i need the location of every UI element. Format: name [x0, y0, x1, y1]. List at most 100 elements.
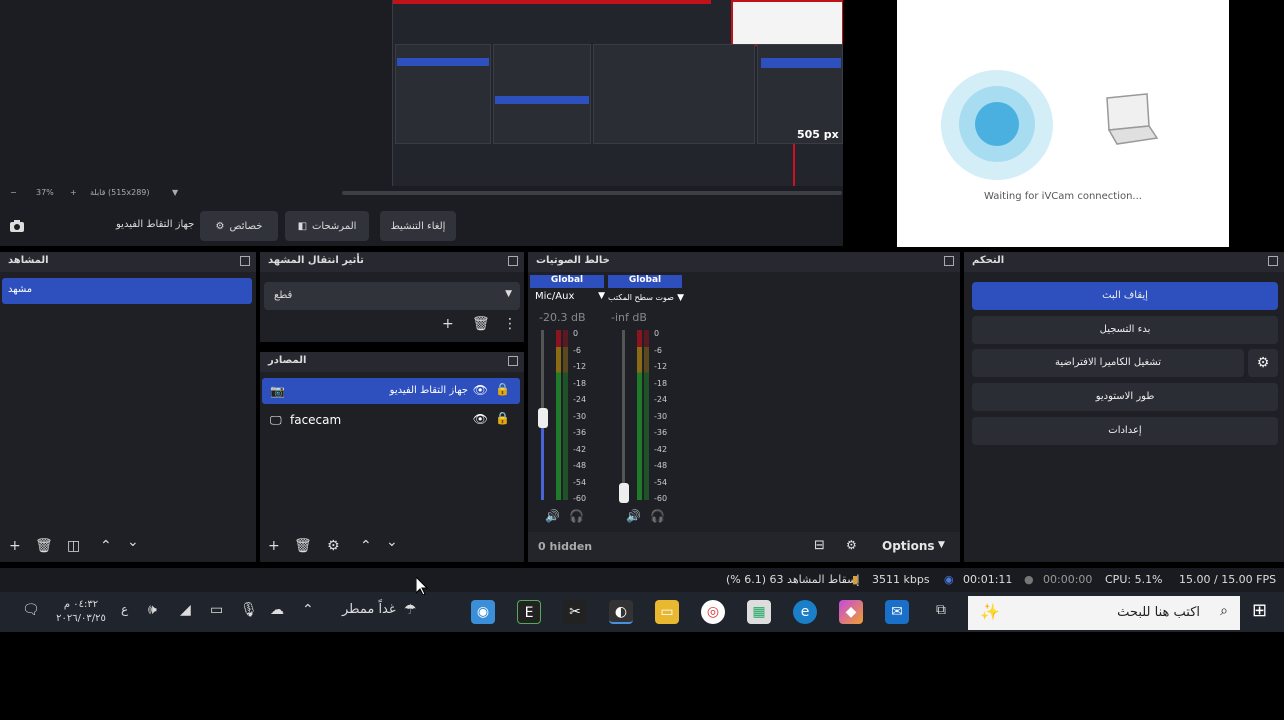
zoom-plus[interactable]: + [70, 188, 77, 197]
source-item[interactable]: 📷 جهاز التقاط الفيديو 👁 🔒 [262, 378, 520, 404]
speaker-icon[interactable]: 🔊 [545, 509, 560, 523]
cloud-icon[interactable]: ☁ [270, 602, 284, 618]
add-transition-button[interactable]: + [442, 316, 454, 332]
umbrella-icon: ☂ [404, 602, 417, 618]
scene-up-button[interactable]: ⌃ [100, 538, 112, 554]
volume-meter [637, 330, 642, 500]
remove-scene-button[interactable]: 🗑 [35, 538, 53, 554]
controls-title-text: التحكم [972, 255, 1005, 266]
filters-button[interactable]: ◧ المرشحات [285, 211, 369, 241]
virtual-camera-button[interactable]: تشغيل الكاميرا الافتراضية [972, 349, 1244, 377]
headphones-icon[interactable]: 🎧 [569, 509, 584, 523]
windows-start-icon[interactable]: ⊞ [1252, 600, 1267, 621]
notification-icon[interactable]: 🗨 [22, 602, 40, 618]
preview-canvas[interactable]: 505 px [392, 0, 843, 188]
clock-date: ٢٠٢٦/٠٣/٢٥ [56, 613, 106, 624]
language-indicator[interactable]: ع [121, 602, 128, 616]
remove-source-button[interactable]: 🗑 [294, 538, 312, 554]
add-scene-button[interactable]: + [9, 538, 21, 554]
store-icon[interactable]: ▦ [747, 600, 771, 624]
options-button[interactable]: Options [882, 539, 935, 553]
channel-name-row[interactable]: Mic/Aux ▼ [535, 291, 609, 302]
start-recording-button[interactable]: بدء التسجيل [972, 316, 1278, 344]
properties-button[interactable]: ⚙ خصائص [200, 211, 278, 241]
search-icon: ⌕ [1220, 603, 1228, 619]
volume-fader[interactable] [622, 330, 625, 500]
epic-games-icon[interactable]: E [517, 600, 541, 624]
stop-streaming-button[interactable]: إيقاف البث [972, 282, 1278, 310]
task-view-icon[interactable]: ⧉ [936, 602, 946, 618]
speaker-icon[interactable]: 🔊 [626, 509, 641, 523]
lock-icon[interactable]: 🔒 [495, 411, 510, 425]
camera-icon: 📷 [270, 384, 285, 398]
lock-icon[interactable]: 🔒 [495, 382, 510, 396]
undock-icon[interactable] [508, 256, 518, 266]
copilot-icon[interactable]: ◆ [839, 600, 863, 624]
network-icon[interactable]: ◢ [180, 602, 191, 618]
gear-icon[interactable]: ⚙ [1248, 349, 1278, 377]
eye-icon[interactable]: 👁 [473, 383, 488, 397]
scenes-title: المشاهد [0, 252, 256, 272]
transition-selected: قطع [274, 290, 293, 301]
channel-db: -inf dB [611, 311, 647, 324]
edge-icon[interactable]: e [793, 600, 817, 624]
channel-tag: Global [530, 275, 604, 288]
add-source-button[interactable]: + [268, 538, 280, 554]
settings-button[interactable]: إعدادات [972, 417, 1278, 445]
battery-icon[interactable]: ▭ [210, 602, 223, 618]
chrome-icon[interactable]: ◎ [701, 600, 725, 624]
ivcam-window: Waiting for iVCam connection... [897, 0, 1229, 247]
channel-tag: Global [608, 275, 682, 288]
size-label: 505 px [797, 128, 839, 141]
search-box[interactable]: ✨ اكتب هنا للبحث ⌕ [968, 596, 1240, 630]
sparkle-icon: ✨ [980, 602, 1000, 621]
layout-icon[interactable]: ⊟ [814, 538, 825, 553]
channel-name-row[interactable]: صوت سطح المكتب ▼ [608, 293, 684, 303]
scene-down-button[interactable]: ⌄ [127, 534, 139, 550]
status-bar: إسقاط المشاهد 63 (6.1 %) ▮ 3511 kbps ◉ 0… [0, 568, 1284, 592]
advanced-audio-icon[interactable]: ⚙ [846, 538, 857, 552]
zoom-minus[interactable]: − [10, 188, 17, 197]
source-item[interactable]: 🖵 facecam 👁 🔒 [262, 407, 520, 433]
preview-scrollbar[interactable] [342, 191, 842, 195]
transition-select[interactable]: قطع ▼ [264, 282, 520, 310]
file-explorer-icon[interactable]: ▭ [655, 600, 679, 624]
stream-icon: ◉ [944, 573, 954, 586]
volume-meter [644, 330, 649, 500]
undock-icon[interactable] [508, 356, 518, 366]
obs-icon[interactable]: ◐ [609, 600, 633, 624]
chevron-up-icon[interactable]: ⌃ [302, 602, 314, 618]
source-up-button[interactable]: ⌃ [360, 538, 372, 554]
zoom-dropdown-icon[interactable]: ▼ [172, 188, 178, 197]
scene-filter-button[interactable]: ◫ [67, 538, 80, 554]
capcut-icon[interactable]: ✂ [563, 600, 587, 624]
source-down-button[interactable]: ⌄ [386, 534, 398, 550]
properties-label: خصائص [229, 220, 263, 232]
eye-icon[interactable]: 👁 [473, 412, 488, 426]
fader-handle[interactable] [538, 408, 548, 428]
signal-icon: ▮ [852, 573, 859, 586]
hidden-count: 0 hidden [538, 540, 593, 553]
scene-item[interactable]: مشهد [2, 278, 252, 304]
volume-icon[interactable]: 🕪 [148, 602, 157, 618]
mini-ivcam-frame [731, 0, 843, 46]
clock[interactable]: ٠٤:٣٢ م ٢٠٢٦/٠٣/٢٥ [52, 598, 110, 626]
deactivate-button[interactable]: إلغاء التنشيط [380, 211, 456, 241]
undock-icon[interactable] [944, 256, 954, 266]
fader-handle[interactable] [619, 483, 629, 503]
remove-transition-button[interactable]: 🗑 [472, 316, 490, 332]
preview-zoom-bar: − 37% + قابلة (515x289) ▼ [0, 186, 843, 200]
microphone-icon[interactable]: 🎙 [240, 602, 258, 618]
volume-meter [563, 330, 568, 500]
more-options-icon[interactable]: ⋮ [503, 316, 517, 332]
undock-icon[interactable] [240, 256, 250, 266]
studio-mode-button[interactable]: طور الاستوديو [972, 383, 1278, 411]
zoom-level: 37% [36, 188, 54, 197]
mail-icon[interactable]: ✉ [885, 600, 909, 624]
undock-icon[interactable] [1268, 256, 1278, 266]
weather-text[interactable]: غداً ممطر [342, 602, 396, 617]
source-properties-button[interactable]: ⚙ [327, 538, 340, 554]
source-toolbar: جهاز التقاط الفيديو ⚙ خصائص ◧ المرشحات إ… [0, 208, 843, 246]
headphones-icon[interactable]: 🎧 [650, 509, 665, 523]
ivcam-app-icon[interactable]: ◉ [471, 600, 495, 624]
